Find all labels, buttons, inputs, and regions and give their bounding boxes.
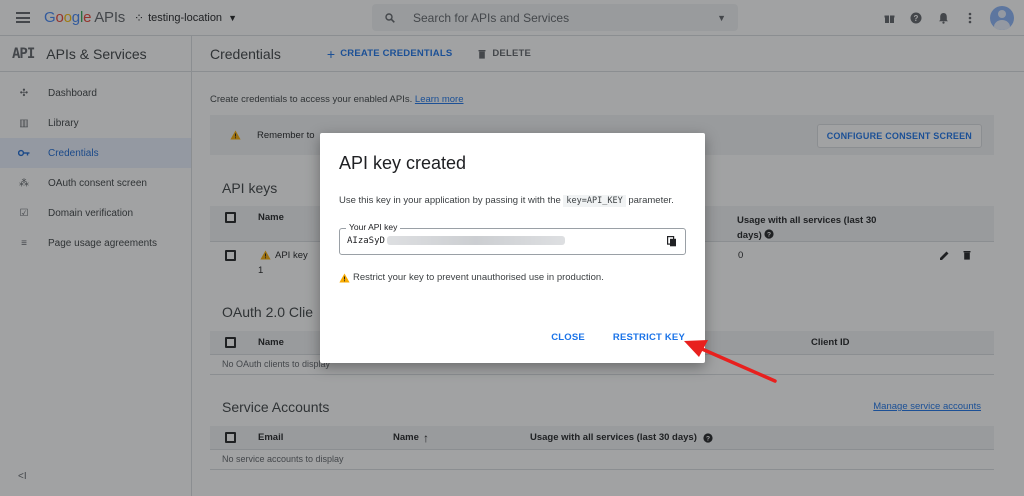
annotation-arrow	[684, 340, 777, 383]
